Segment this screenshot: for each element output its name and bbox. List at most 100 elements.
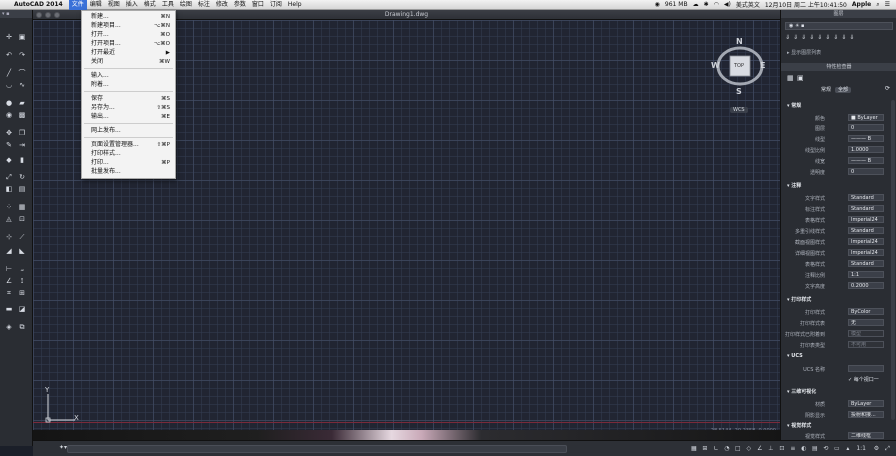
wcs-menu[interactable]: WCS	[730, 107, 748, 113]
arc-icon[interactable]: ◡	[4, 80, 14, 90]
tab-all[interactable]: 全部	[834, 87, 851, 93]
offset-icon[interactable]: ◬	[4, 214, 14, 224]
workspace-icon[interactable]: ⚙	[872, 444, 881, 453]
rectangle-icon[interactable]: ▰	[17, 98, 27, 108]
current-layer-dropdown[interactable]: ◉ ☀ ▪	[785, 22, 893, 30]
prop-dim-style[interactable]: 标注样式 Standard	[781, 205, 885, 213]
ellipse-icon[interactable]: ◉	[4, 110, 14, 120]
prop-transparency[interactable]: 透明度 0	[781, 168, 885, 176]
close-window-button[interactable]	[36, 12, 42, 18]
menu-item-import[interactable]: 输入...	[82, 72, 175, 80]
prop-lineweight[interactable]: 线宽 ——— B	[781, 157, 885, 165]
prop-detail-view-style[interactable]: 详细视图样式 Imperial24	[781, 249, 885, 257]
polyline-icon[interactable]: ⌒	[17, 68, 27, 78]
dim-angular-icon[interactable]: ∠	[4, 276, 14, 286]
menu-item-open-project[interactable]: 打开项目... ⌥⌘O	[82, 40, 175, 48]
select-window-icon[interactable]: ▣	[17, 32, 27, 42]
menu-item-attach[interactable]: 附着...	[82, 81, 175, 89]
transparency-toggle-icon[interactable]: ◐	[799, 444, 808, 453]
input-method[interactable]: 美式英文	[736, 0, 760, 9]
hatch-icon[interactable]: ▩	[17, 110, 27, 120]
model-space-icon[interactable]: ▭	[832, 444, 841, 453]
erase-icon[interactable]: ◆	[4, 155, 14, 165]
menu-item-export[interactable]: 输出... ⌘E	[82, 113, 175, 121]
section-annotation[interactable]: ▾ 注释	[787, 182, 801, 189]
grid-toggle-icon[interactable]: ▦	[689, 444, 698, 453]
section-ucs[interactable]: ▾ UCS	[787, 353, 803, 359]
quick-select-icon[interactable]: ⟳	[885, 85, 890, 92]
selection-cycle-icon[interactable]: ⟲	[821, 444, 830, 453]
layer-tool-icons[interactable]: ⇓⇓⇓⇓⇓⇓⇓⇓⇓	[785, 34, 857, 41]
zoom-window-button[interactable]	[54, 12, 60, 18]
prop-table-style-2[interactable]: 表格样式 Standard	[781, 260, 885, 268]
compass-east[interactable]: E	[760, 61, 765, 70]
menu-insert[interactable]: 插入	[123, 0, 141, 10]
compass-north[interactable]: N	[736, 37, 743, 46]
3d-osnap-icon[interactable]: ◇	[744, 444, 753, 453]
spotlight-icon[interactable]: ⌕	[876, 1, 879, 9]
cloud-icon[interactable]: ☁	[693, 1, 699, 8]
fullscreen-icon[interactable]: ⤢	[883, 444, 892, 453]
prop-table-style[interactable]: 表格样式 Imperial24	[781, 216, 885, 224]
minimize-window-button[interactable]	[45, 12, 51, 18]
menu-item-new[interactable]: 新建... ⌘N	[82, 13, 175, 21]
insert-block-icon[interactable]: ⧉	[17, 322, 27, 332]
polar-toggle-icon[interactable]: ◔	[722, 444, 731, 453]
grid-array-icon[interactable]: ▦	[17, 202, 27, 212]
line-icon[interactable]: ╱	[4, 68, 14, 78]
prop-plot-style-table[interactable]: 打印样式表无	[781, 319, 885, 327]
properties-scrollbar[interactable]	[891, 100, 895, 420]
menu-item-print[interactable]: 打印... ⌘P	[82, 159, 175, 167]
join-icon[interactable]: ⟋	[17, 232, 27, 242]
menu-item-save-as[interactable]: 另存为... ⇧⌘S	[82, 104, 175, 112]
copy-icon[interactable]: ❐	[17, 128, 27, 138]
wifi-icon[interactable]: ◠	[714, 1, 719, 8]
quick-props-icon[interactable]: ▤	[810, 444, 819, 453]
rotate-icon[interactable]: ↻	[17, 172, 27, 182]
menu-item-plot-styles[interactable]: 打印样式...	[82, 150, 175, 158]
move-icon[interactable]: ✥	[4, 128, 14, 138]
menu-item-close[interactable]: 关闭 ⌘W	[82, 58, 175, 66]
ucs-per-viewport-checkbox[interactable]: ✓ 每个视口一	[848, 376, 879, 383]
trim-icon[interactable]: ✎	[4, 140, 14, 150]
explode-icon[interactable]: ◣	[17, 246, 27, 256]
prop-ucs-name[interactable]: UCS 名称	[781, 365, 885, 373]
prop-text-height[interactable]: 文字高度 0.2000	[781, 282, 885, 290]
command-customize-icon[interactable]: ✦▾	[59, 444, 67, 451]
annotation-scale[interactable]: 1:1	[856, 445, 866, 452]
menu-item-open-recent[interactable]: 打开最近 ▶	[82, 49, 175, 57]
menu-dimension[interactable]: 标注	[195, 0, 213, 10]
break-icon[interactable]: ⊹	[4, 232, 14, 242]
clock[interactable]: 12月10日 周二 上午10:41:50	[765, 0, 847, 9]
annotation-visibility-icon[interactable]: ▴	[843, 444, 852, 453]
menu-help[interactable]: Help	[285, 0, 305, 10]
scale-icon[interactable]: ◧	[4, 184, 14, 194]
prop-visual-style[interactable]: 视觉样式 二维线框	[781, 432, 885, 440]
text-icon[interactable]: ▬	[4, 304, 14, 314]
memory-icon[interactable]: ◉	[655, 1, 660, 8]
notification-icon[interactable]: ☰	[885, 1, 890, 8]
compass-west[interactable]: W	[711, 61, 720, 70]
app-name-menu[interactable]: AutoCAD 2014	[14, 1, 63, 8]
spline-icon[interactable]: ∿	[17, 80, 27, 90]
section-general[interactable]: ▾ 常规	[787, 102, 801, 109]
tab-general[interactable]: 常规	[819, 87, 833, 93]
chamfer-icon[interactable]: ◢	[4, 246, 14, 256]
compass-south[interactable]: S	[736, 87, 742, 96]
menu-view[interactable]: 视图	[105, 0, 123, 10]
fillet-icon[interactable]: ⊡	[17, 214, 27, 224]
stretch-icon[interactable]: ⤢	[4, 172, 14, 182]
viewcube-face-top[interactable]: TOP	[734, 63, 744, 69]
ortho-toggle-icon[interactable]: ∟	[711, 444, 720, 453]
prop-linetype[interactable]: 线型 ——— B	[781, 135, 885, 143]
menu-file[interactable]: 文件	[68, 0, 87, 10]
osnap-toggle-icon[interactable]: □	[733, 444, 742, 453]
dimension-icon[interactable]: ⊢	[4, 264, 14, 274]
ducs-toggle-icon[interactable]: ⊥	[766, 444, 775, 453]
menu-modify[interactable]: 修改	[213, 0, 231, 10]
leader-icon[interactable]: ⌗	[4, 288, 14, 298]
section-3d-visualization[interactable]: ▾ 三维可视化	[787, 388, 816, 395]
menu-draw[interactable]: 绘图	[177, 0, 195, 10]
menu-item-open[interactable]: 打开... ⌘O	[82, 31, 175, 39]
dim-aligned-icon[interactable]: ⟓	[17, 264, 27, 274]
